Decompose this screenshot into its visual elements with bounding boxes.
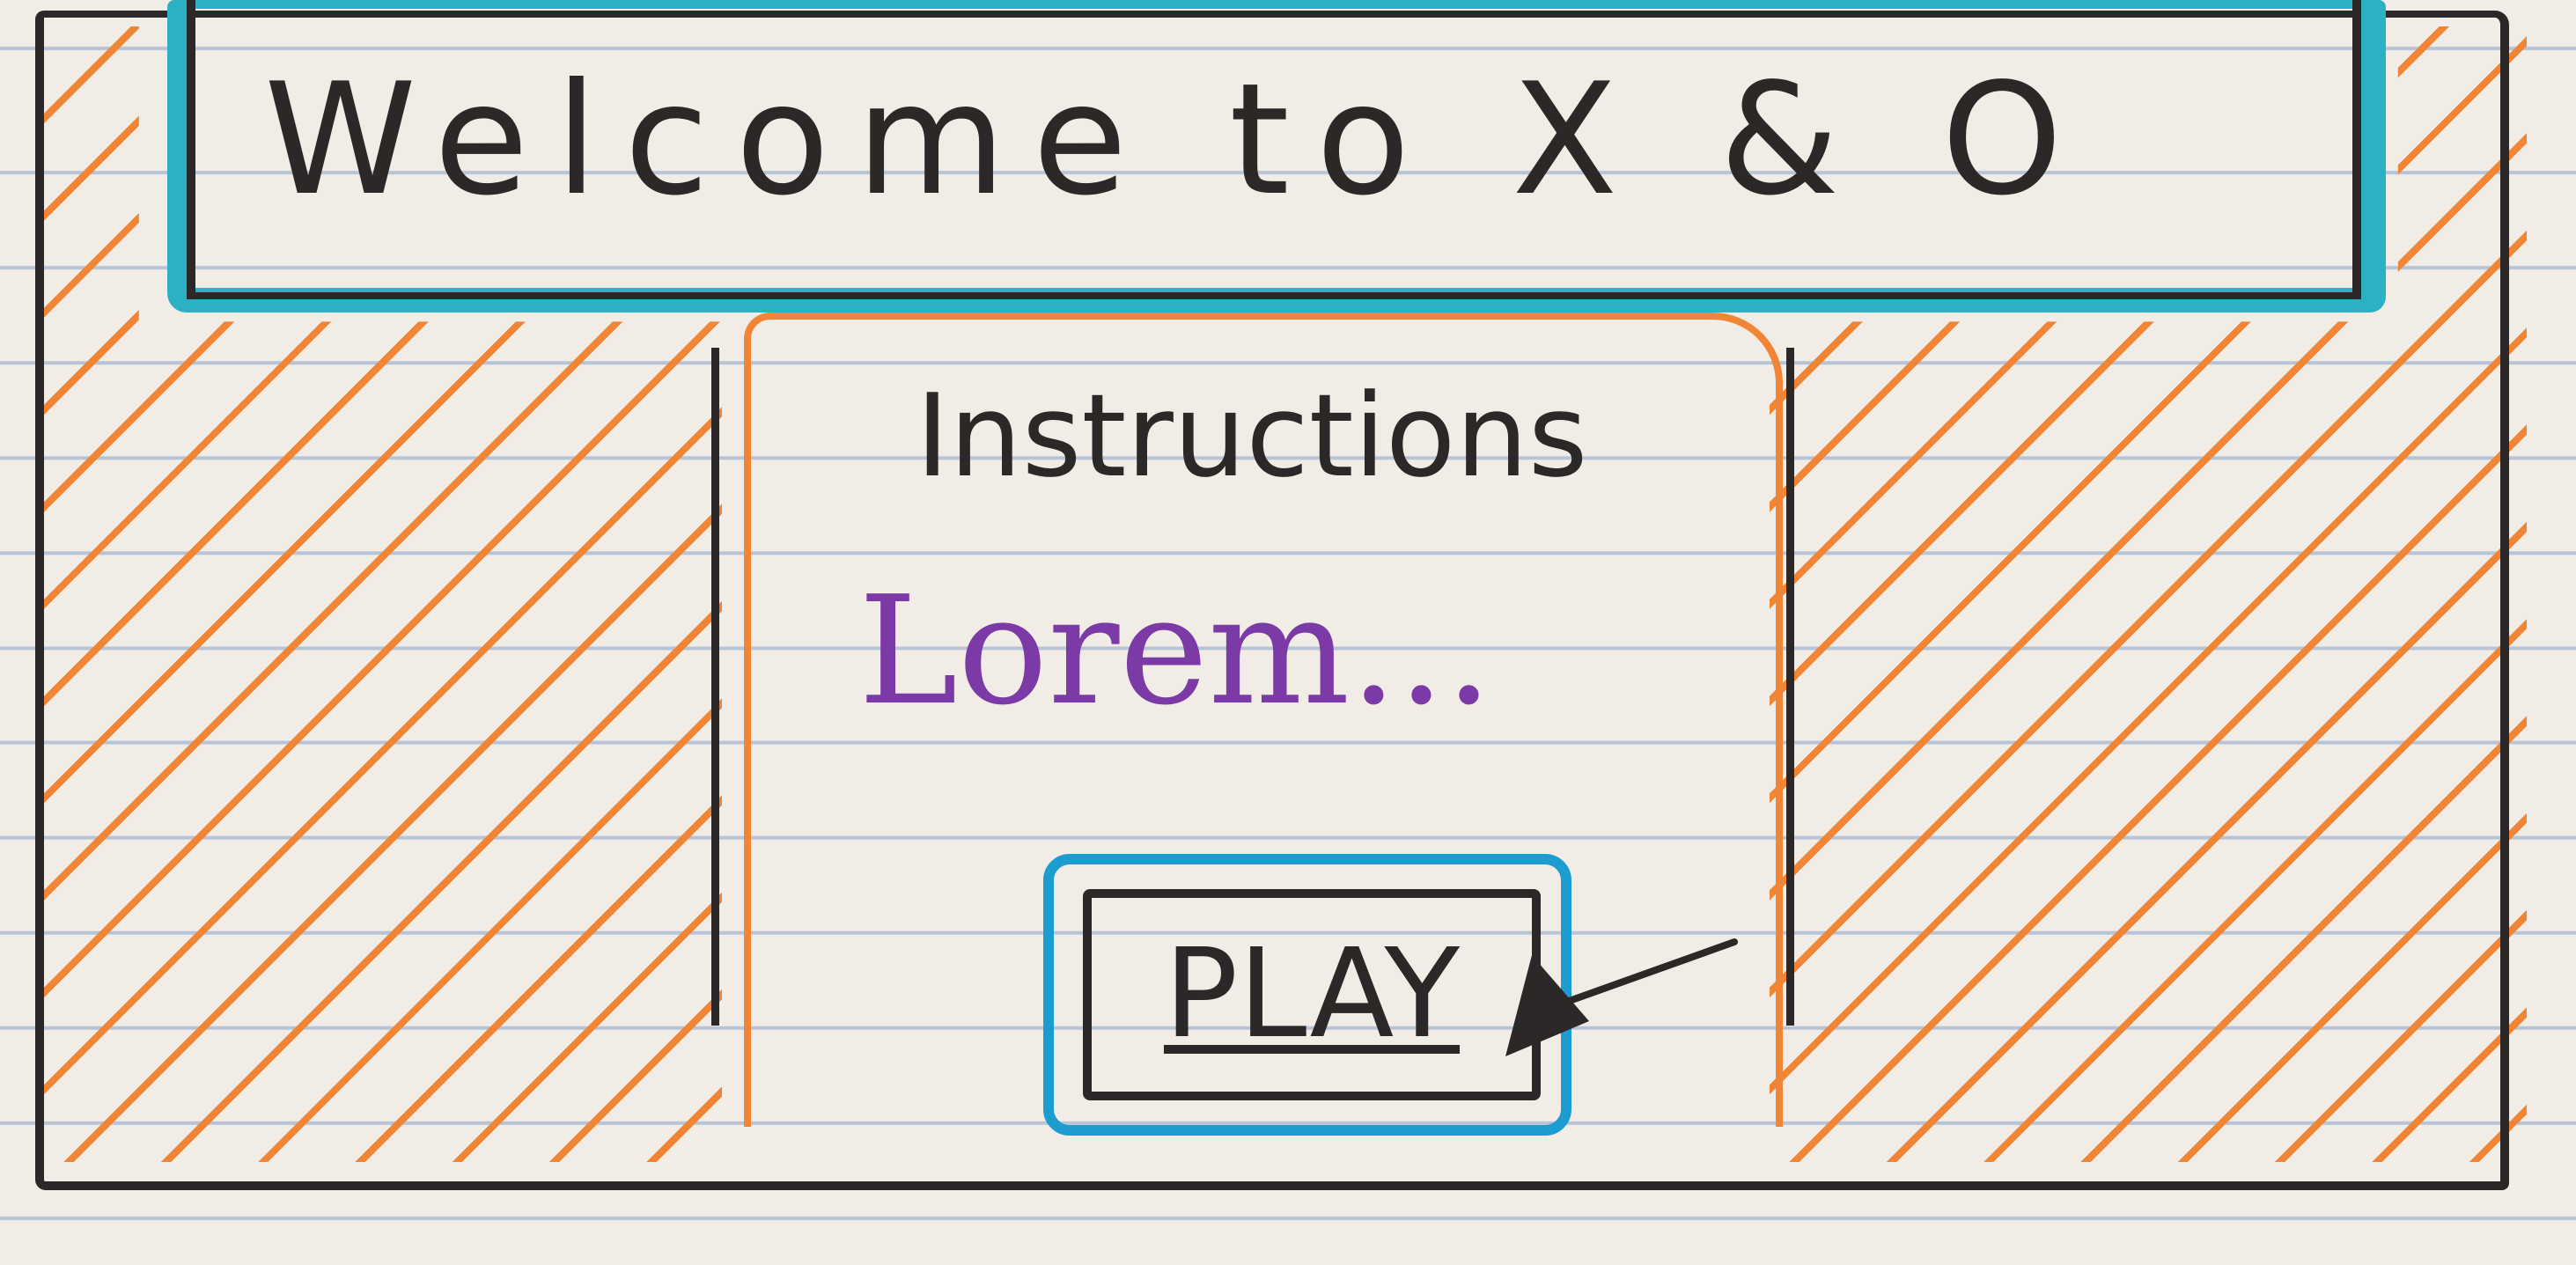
instructions-heading: Instructions: [916, 369, 1588, 503]
page-title: Welcome to X & O: [264, 51, 2089, 230]
play-button[interactable]: PLAY: [1083, 889, 1541, 1100]
instructions-text: Lorem...: [858, 564, 1493, 739]
